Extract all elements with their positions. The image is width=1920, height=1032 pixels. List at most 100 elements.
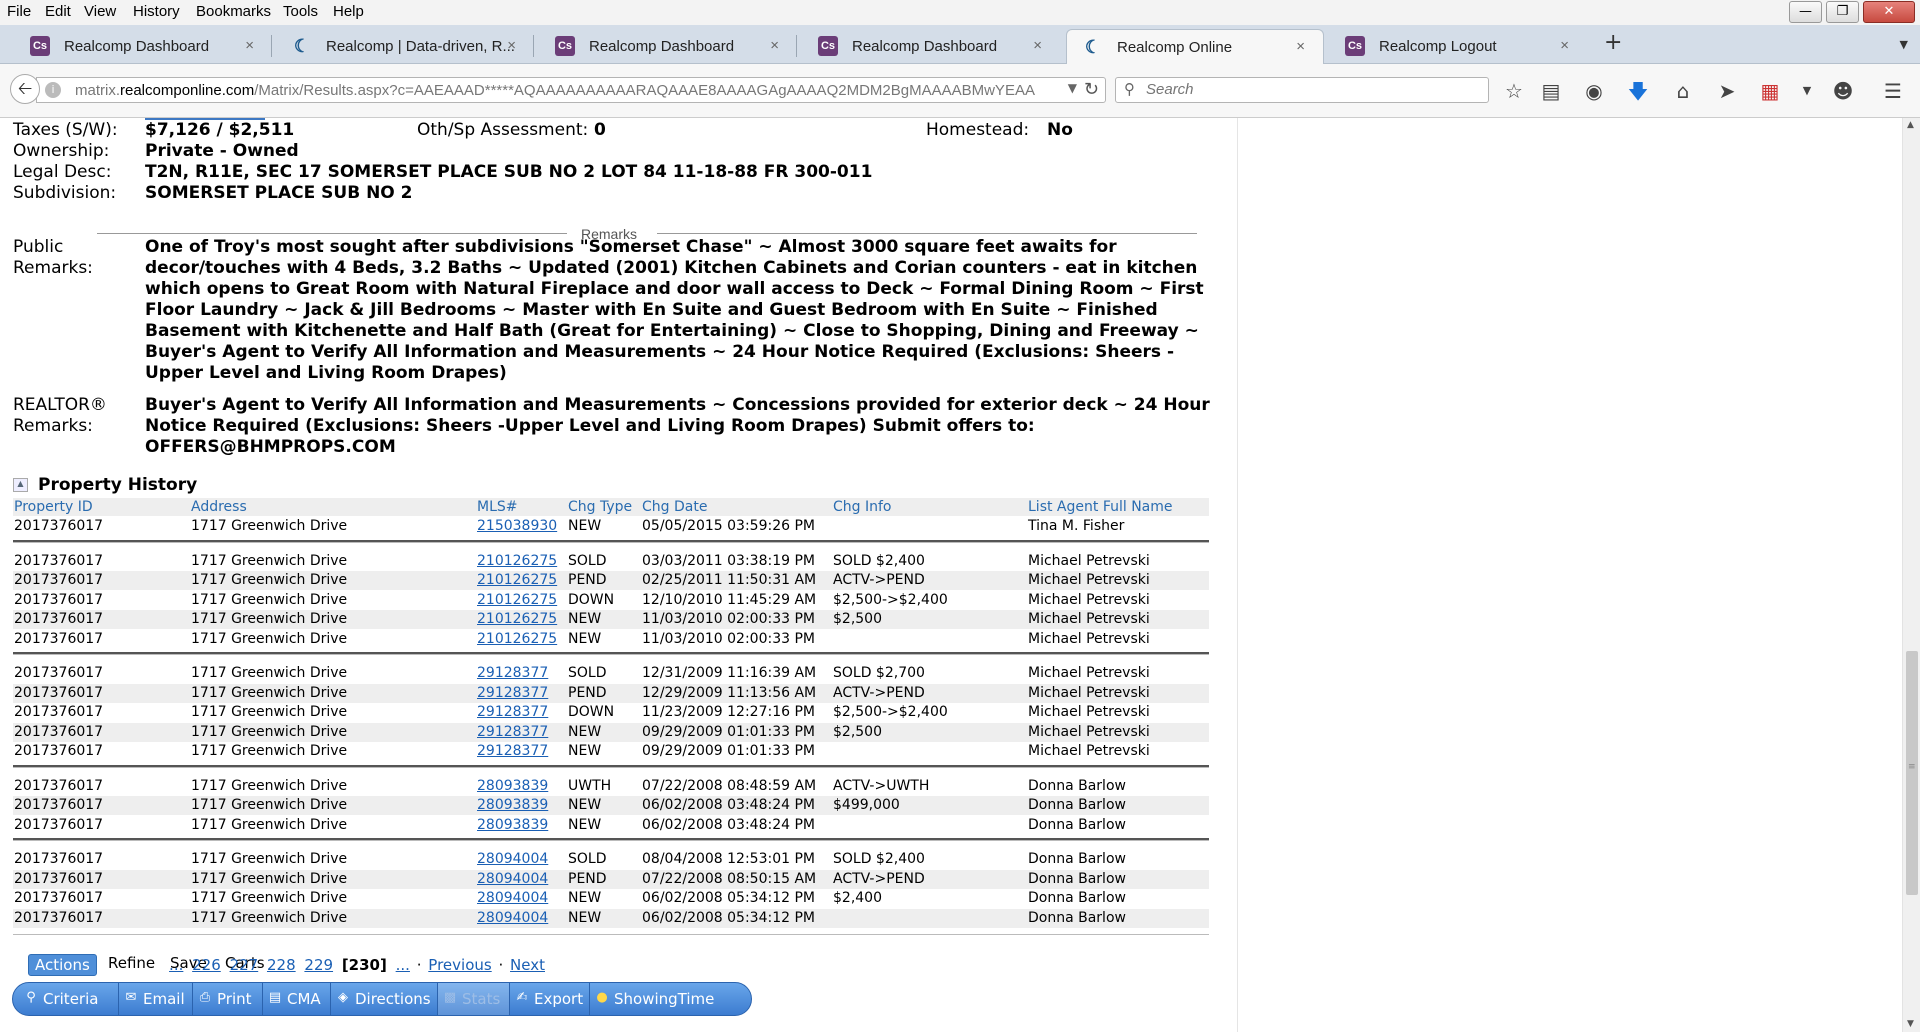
print-button[interactable]: ⎙ Print [193, 983, 263, 1015]
mls-cell: 210126275 [477, 611, 557, 627]
tab-realcomp-dashboard-3[interactable]: Cs Realcomp Dashboard × [802, 29, 1060, 64]
scroll-down-icon[interactable]: ▼ [1907, 1019, 1914, 1029]
url-text[interactable]: matrix.realcomponline.com/Matrix/Results… [75, 82, 1035, 99]
minimize-button[interactable]: — [1789, 1, 1822, 23]
search-box[interactable]: ⚲ [1115, 77, 1489, 103]
address-cell: 1717 Greenwich Drive [191, 611, 348, 627]
page-link-229[interactable]: 229 [304, 956, 333, 974]
mls-link[interactable]: 28094004 [477, 910, 548, 926]
tab-realcomp-logout[interactable]: Cs Realcomp Logout × [1329, 29, 1587, 64]
menu-help[interactable]: Help [333, 3, 364, 20]
mls-link[interactable]: 215038930 [477, 518, 557, 534]
mls-link[interactable]: 29128377 [477, 704, 548, 720]
export-button[interactable]: ✍ Export [510, 983, 590, 1015]
menu-tools[interactable]: Tools [283, 3, 318, 20]
close-icon[interactable]: × [245, 37, 254, 54]
col-mls[interactable]: MLS# [477, 499, 518, 515]
scrollbar-thumb[interactable] [1906, 651, 1918, 895]
table-row: 2017376017 1717 Greenwich Drive 210126275 P… [13, 571, 1209, 590]
new-tab-button[interactable]: + [1604, 30, 1622, 55]
refine-link[interactable]: Refine [108, 954, 155, 972]
criteria-button[interactable]: ⚲ Criteria [13, 983, 119, 1015]
col-property-id[interactable]: Property ID [14, 499, 93, 515]
pager-prev-ellipsis[interactable]: ... [169, 956, 183, 974]
page-link-227[interactable]: 227 [230, 956, 259, 974]
download-icon[interactable]: 🡇 [1625, 78, 1651, 104]
menu-view[interactable]: View [84, 3, 116, 20]
mls-link[interactable]: 28094004 [477, 851, 548, 867]
maximize-button[interactable]: ❐ [1826, 1, 1859, 23]
mls-link[interactable]: 29128377 [477, 665, 548, 681]
close-icon[interactable]: × [770, 37, 779, 54]
menu-edit[interactable]: Edit [45, 3, 71, 20]
previous-link[interactable]: Previous [428, 956, 491, 974]
close-icon[interactable]: × [1560, 37, 1569, 54]
pager-next-ellipsis[interactable]: ... [396, 956, 410, 974]
url-bar[interactable]: i matrix.realcomponline.com/Matrix/Resul… [36, 77, 1106, 103]
mls-link[interactable]: 28093839 [477, 778, 548, 794]
list-agent-cell: Michael Petrevski [1028, 591, 1150, 608]
mls-link[interactable]: 28093839 [477, 797, 548, 813]
url-dropdown-icon[interactable]: ▼ [1068, 81, 1077, 95]
send-icon[interactable]: ➤ [1714, 78, 1740, 104]
tab-realcomp-online[interactable]: ☾ Realcomp Online × [1066, 29, 1324, 64]
menu-file[interactable]: File [7, 3, 31, 20]
email-icon: ✉ [125, 990, 137, 1005]
page-link-228[interactable]: 228 [267, 956, 296, 974]
list-agent-cell: Michael Petrevski [1028, 665, 1150, 681]
tab-realcomp-dashboard-1[interactable]: Cs Realcomp Dashboard × [14, 29, 272, 64]
address-cell: 1717 Greenwich Drive [191, 816, 348, 833]
page-scrollbar[interactable]: ▲ ≡ ▼ [1902, 118, 1920, 1032]
chat-icon[interactable]: ☻ [1830, 78, 1856, 104]
tab-realcomp-dashboard-2[interactable]: Cs Realcomp Dashboard × [539, 29, 797, 64]
pocket-icon[interactable]: ◉ [1581, 78, 1607, 104]
col-chg-info[interactable]: Chg Info [833, 499, 891, 515]
directions-button[interactable]: ◈ Directions [331, 983, 438, 1015]
close-icon[interactable]: × [507, 37, 516, 54]
col-chg-date[interactable]: Chg Date [642, 499, 707, 515]
tab-realcomp-data-driven[interactable]: ☾ Realcomp | Data-driven, R... × [276, 29, 534, 64]
mls-link[interactable]: 210126275 [477, 592, 557, 608]
col-chg-type[interactable]: Chg Type [568, 499, 632, 515]
extension-dropdown-icon[interactable]: ▼ [1794, 78, 1820, 104]
mls-link[interactable]: 29128377 [477, 685, 548, 701]
page-link-226[interactable]: 226 [192, 956, 221, 974]
hamburger-menu-icon[interactable]: ☰ [1880, 78, 1906, 104]
mls-link[interactable]: 28093839 [477, 817, 548, 833]
mls-link[interactable]: 29128377 [477, 724, 548, 740]
mls-link[interactable]: 29128377 [477, 743, 548, 759]
search-icon: ⚲ [26, 990, 36, 1005]
close-icon[interactable]: × [1296, 38, 1305, 55]
mls-link[interactable]: 210126275 [477, 631, 557, 647]
mls-link[interactable]: 210126275 [477, 572, 557, 588]
close-icon[interactable]: × [1033, 37, 1042, 54]
actions-button[interactable]: Actions [28, 954, 97, 976]
reading-list-icon[interactable]: ▤ [1538, 78, 1564, 104]
ownership-value: Private - Owned [145, 141, 299, 161]
search-input[interactable] [1146, 81, 1476, 98]
collapse-icon[interactable]: ▲ [13, 478, 28, 492]
col-address[interactable]: Address [191, 499, 247, 515]
back-button[interactable]: 🡠 [10, 74, 40, 104]
mls-link[interactable]: 210126275 [477, 611, 557, 627]
col-list-agent[interactable]: List Agent Full Name [1028, 499, 1173, 515]
mls-link[interactable]: 210126275 [477, 553, 557, 569]
menu-history[interactable]: History [133, 3, 180, 20]
showingtime-button[interactable]: ● ShowingTime [590, 983, 750, 1015]
info-icon[interactable]: i [45, 82, 61, 98]
extension-icon[interactable]: ▦ [1757, 78, 1783, 104]
mls-cell: 29128377 [477, 743, 548, 759]
next-link[interactable]: Next [510, 956, 545, 974]
window-close-button[interactable]: ✕ [1863, 1, 1915, 23]
scroll-up-icon[interactable]: ▲ [1907, 120, 1914, 130]
tab-list-chevron-icon[interactable]: ▼ [1900, 38, 1908, 51]
table-row: 2017376017 1717 Greenwich Drive 210126275 N… [13, 610, 1209, 629]
cma-button[interactable]: ▤ CMA [263, 983, 331, 1015]
home-icon[interactable]: ⌂ [1670, 78, 1696, 104]
bookmark-star-icon[interactable]: ☆ [1501, 78, 1527, 104]
menu-bookmarks[interactable]: Bookmarks [196, 3, 271, 20]
email-button[interactable]: ✉ Email [119, 983, 193, 1015]
reload-icon[interactable]: ↻ [1084, 79, 1099, 100]
mls-link[interactable]: 28094004 [477, 890, 548, 906]
mls-link[interactable]: 28094004 [477, 871, 548, 887]
